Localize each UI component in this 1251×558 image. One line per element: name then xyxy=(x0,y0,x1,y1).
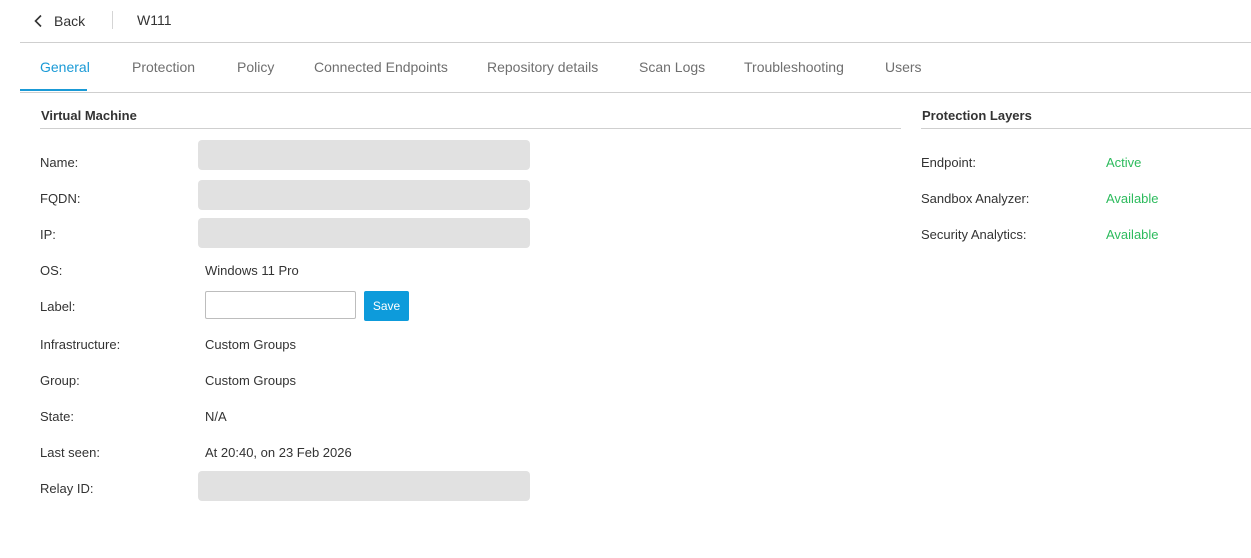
header-divider xyxy=(112,11,113,29)
protection-layers-section-title: Protection Layers xyxy=(922,108,1032,123)
tab-bar-divider xyxy=(20,92,1251,93)
tab-connected-endpoints[interactable]: Connected Endpoints xyxy=(314,59,448,75)
state-label: State: xyxy=(40,409,74,424)
last-seen-value: At 20:40, on 23 Feb 2026 xyxy=(205,445,352,460)
group-label: Group: xyxy=(40,373,80,388)
tab-repository-details[interactable]: Repository details xyxy=(487,59,598,75)
state-value: N/A xyxy=(205,409,227,424)
os-label: OS: xyxy=(40,263,63,278)
sandbox-analyzer-layer-status: Available xyxy=(1106,191,1159,206)
tab-troubleshooting[interactable]: Troubleshooting xyxy=(744,59,844,75)
chevron-left-icon xyxy=(34,14,42,28)
infrastructure-label: Infrastructure: xyxy=(40,337,121,352)
tab-protection[interactable]: Protection xyxy=(132,59,195,75)
tab-general[interactable]: General xyxy=(40,59,90,75)
top-bar: Back W111 xyxy=(0,0,1251,42)
fqdn-value-redacted xyxy=(198,180,530,210)
protection-layers-section-divider xyxy=(921,128,1251,129)
security-analytics-layer-label: Security Analytics: xyxy=(921,227,1027,242)
infrastructure-value: Custom Groups xyxy=(205,337,297,352)
tab-scan-logs[interactable]: Scan Logs xyxy=(639,59,705,75)
relay-id-label: Relay ID: xyxy=(40,481,94,496)
endpoint-layer-label: Endpoint: xyxy=(921,155,976,170)
relay-id-value-redacted xyxy=(198,471,530,501)
back-button[interactable]: Back xyxy=(33,11,85,31)
page-title: W111 xyxy=(137,12,172,28)
tab-bar: General Protection Policy Connected Endp… xyxy=(20,43,1251,92)
virtual-machine-section-divider xyxy=(40,128,901,129)
fqdn-label: FQDN: xyxy=(40,191,81,206)
os-value: Windows 11 Pro xyxy=(205,263,299,278)
tab-policy[interactable]: Policy xyxy=(237,59,274,75)
group-value: Custom Groups xyxy=(205,373,297,388)
sandbox-analyzer-layer-label: Sandbox Analyzer: xyxy=(921,191,1030,206)
endpoint-layer-status: Active xyxy=(1106,155,1142,170)
ip-label: IP: xyxy=(40,227,56,242)
last-seen-label: Last seen: xyxy=(40,445,100,460)
active-tab-indicator xyxy=(20,89,87,91)
ip-value-redacted xyxy=(198,218,530,248)
security-analytics-layer-status: Available xyxy=(1106,227,1159,242)
label-label: Label: xyxy=(40,299,76,314)
name-value-redacted xyxy=(198,140,530,170)
name-label: Name: xyxy=(40,155,79,170)
label-input[interactable] xyxy=(205,291,356,319)
back-label: Back xyxy=(54,13,86,29)
save-button[interactable]: Save xyxy=(364,291,409,321)
virtual-machine-section-title: Virtual Machine xyxy=(41,108,137,123)
tab-users[interactable]: Users xyxy=(885,59,922,75)
